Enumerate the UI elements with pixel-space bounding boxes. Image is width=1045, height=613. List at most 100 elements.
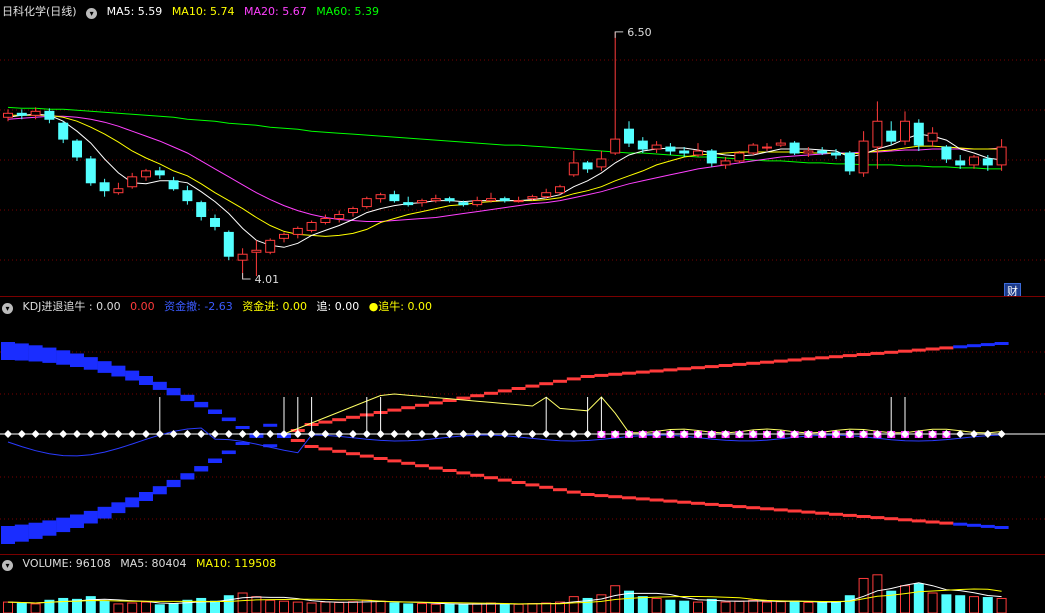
volume-panel[interactable]: ▾ VOLUME: 96108 MA5: 80404 MA10: 119508	[0, 555, 1045, 613]
candlestick-chart[interactable]: 6.50 4.01	[0, 0, 1045, 296]
lower-band-step	[442, 469, 457, 472]
candle-body	[637, 140, 648, 150]
upper-band-step	[553, 379, 567, 383]
signal-diamond	[376, 430, 385, 438]
high-price-label: 6.50	[627, 26, 652, 39]
price-panel[interactable]: 日科化学(日线) ▾ MA5: 5.59 MA10: 5.74 MA20: 5.…	[0, 0, 1045, 300]
upper-band-step	[346, 415, 360, 419]
lower-band-step	[221, 450, 236, 455]
volume-bar	[775, 601, 786, 613]
candle-body	[665, 146, 676, 152]
volume-bar	[113, 603, 124, 613]
candle-body	[265, 239, 276, 253]
candle-body	[582, 162, 593, 170]
candle-body	[113, 188, 124, 194]
kdj-panel[interactable]: ▾ KDJ进退追牛 : 0.00 0.00 资金撤: -2.63 资金进: 0.…	[0, 297, 1045, 554]
candle-body	[831, 152, 841, 156]
upper-band-step	[773, 359, 788, 363]
volume-bar	[762, 601, 772, 613]
candle-body	[734, 152, 745, 162]
volume-bar	[99, 600, 110, 613]
volume-bar	[706, 598, 717, 613]
upper-band-step	[856, 353, 871, 356]
signal-diamond	[404, 430, 413, 438]
lower-band-step	[870, 516, 885, 520]
upper-band-step	[649, 369, 664, 373]
upper-band-step	[1, 342, 15, 360]
candle-body	[444, 198, 455, 202]
volume-bar	[803, 601, 814, 613]
signal-diamond	[583, 430, 592, 438]
signal-diamond	[307, 430, 316, 438]
candle-body	[334, 214, 345, 220]
volume-bar	[982, 597, 993, 613]
volume-bar	[403, 603, 414, 613]
upper-band-step	[166, 388, 181, 396]
candle-body	[72, 140, 82, 158]
volume-bar	[996, 597, 1007, 613]
upper-band-step	[760, 360, 774, 364]
lower-band-step	[387, 459, 402, 463]
volume-bar	[210, 600, 220, 613]
signal-diamond	[142, 430, 150, 438]
volume-bar	[279, 600, 289, 613]
volume-bar	[265, 599, 276, 613]
lower-band-step	[842, 513, 857, 517]
lower-band-step	[553, 488, 567, 492]
upper-band-step	[470, 394, 485, 398]
candle-body	[610, 138, 621, 154]
volume-bar	[858, 577, 869, 613]
lower-band-step	[511, 481, 526, 484]
upper-band-step	[180, 394, 195, 402]
lower-band-step	[125, 497, 140, 508]
candle-body	[555, 186, 565, 194]
candle-body	[913, 122, 924, 146]
low-marker-line	[242, 273, 251, 280]
fund-in-line	[283, 393, 1002, 435]
lower-band-step	[718, 504, 733, 507]
lower-band-step	[194, 466, 209, 472]
upper-band-step	[815, 356, 830, 360]
candle-body	[389, 194, 400, 202]
lower-band-step	[70, 514, 84, 528]
lower-band-step	[994, 526, 1009, 529]
volume-bar	[541, 602, 552, 613]
candle-body	[223, 231, 234, 257]
lower-band-step	[746, 506, 761, 510]
candle-body	[844, 152, 855, 172]
lower-band-step	[622, 496, 636, 500]
lower-band-step	[663, 499, 678, 503]
volume-bar	[900, 585, 910, 613]
candle-body	[720, 160, 731, 166]
lower-band-step	[939, 521, 954, 525]
signal-diamond	[114, 430, 123, 438]
candle-body	[817, 150, 828, 154]
upper-band-step	[704, 365, 719, 369]
candle-body	[320, 218, 331, 223]
lower-band-step	[97, 506, 112, 519]
signal-diamond	[459, 430, 468, 438]
upper-band-step	[125, 370, 140, 381]
lower-band-step	[815, 511, 830, 515]
signal-diamond	[390, 430, 399, 438]
kdj-indicator-chart[interactable]	[0, 297, 1045, 554]
volume-bar	[472, 603, 483, 613]
candle-body	[182, 190, 193, 202]
lower-band-step	[470, 473, 485, 477]
volume-bar	[16, 602, 27, 613]
volume-chart[interactable]	[0, 555, 1045, 613]
candle-body	[651, 144, 662, 150]
upper-band-step	[939, 346, 954, 350]
signal-diamond	[983, 430, 992, 438]
signal-diamond	[266, 430, 275, 438]
lower-band-step	[773, 508, 788, 512]
candle-body	[30, 110, 41, 116]
lower-band-step	[428, 466, 443, 470]
lower-band-step	[566, 490, 581, 494]
lower-band-step	[14, 524, 29, 542]
candle-body	[292, 227, 303, 235]
upper-band-step	[83, 357, 98, 370]
candle-body	[44, 110, 55, 120]
upper-band-step	[622, 371, 636, 375]
volume-bar	[389, 602, 400, 613]
